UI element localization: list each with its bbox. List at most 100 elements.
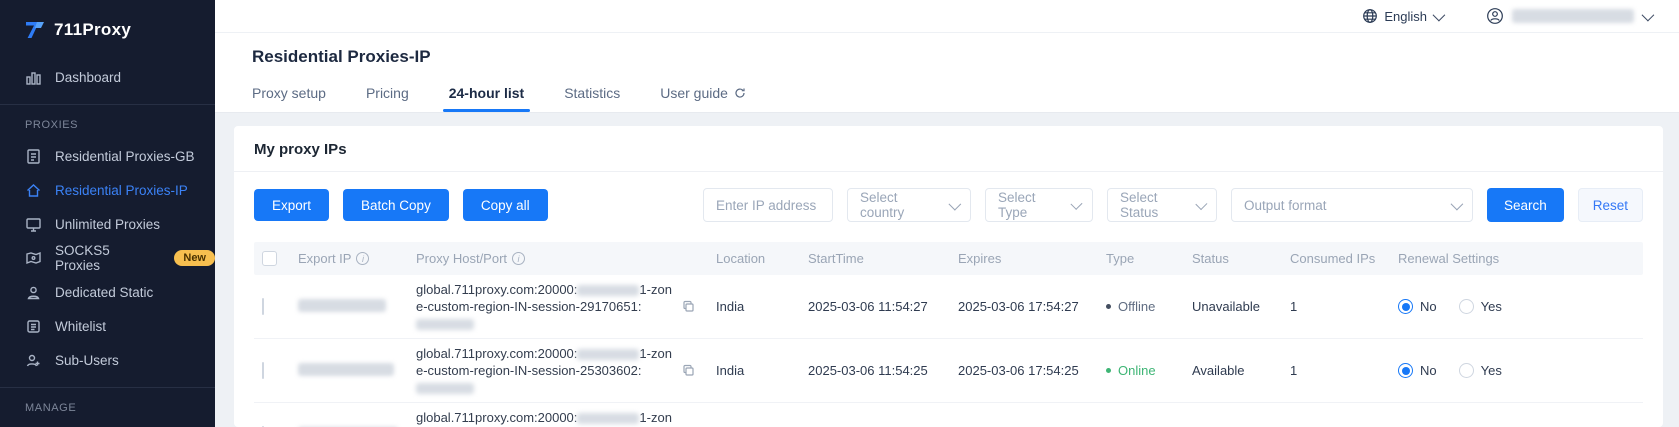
language-label: English (1384, 9, 1427, 24)
panel-title: My proxy IPs (234, 126, 1663, 171)
table-row: global.711proxy.com:20000:1-zone-custom-… (254, 339, 1643, 403)
ip-address-input[interactable] (716, 198, 820, 213)
starttime-value: 2025-03-06 11:54:25 (808, 363, 958, 378)
new-badge: New (174, 250, 215, 266)
renewal-no-radio[interactable]: No (1398, 299, 1437, 314)
main-area: English Residential Proxies-IP Proxy set… (215, 0, 1679, 427)
table-row: global.711proxy.com:20000:1-zone-custom-… (254, 275, 1643, 339)
chevron-down-icon (949, 197, 961, 209)
location-value: India (716, 363, 808, 378)
select-all-checkbox[interactable] (262, 251, 277, 266)
tab-label: Proxy setup (252, 85, 326, 101)
sidebar-item-label: Residential Proxies-IP (55, 183, 188, 198)
sidebar-item-unlimited[interactable]: Unlimited Proxies (0, 207, 215, 241)
sidebar-item-socks5[interactable]: SOCKS5 Proxies New (0, 241, 215, 275)
export-ip-redacted (298, 363, 394, 376)
row-checkbox[interactable] (262, 298, 264, 315)
sidebar-item-residential-gb[interactable]: Residential Proxies-GB (0, 139, 215, 173)
col-location: Location (716, 251, 765, 266)
col-status: Status (1192, 251, 1229, 266)
brand-logo[interactable]: 711Proxy (0, 0, 215, 44)
proxy-table: Export IP i Proxy Host/Port i Location Sta… (254, 242, 1643, 427)
sidebar-item-label: Sub-Users (55, 353, 119, 368)
user-name-redacted (1512, 9, 1634, 23)
proxy-host-port-value: global.711proxy.com:20000:1-zone-custom-… (416, 409, 674, 427)
renewal-yes-radio[interactable]: Yes (1459, 363, 1502, 378)
user-avatar-icon (1486, 7, 1504, 25)
status-dot (1106, 304, 1111, 309)
search-button[interactable]: Search (1487, 188, 1564, 222)
radio-label: No (1420, 363, 1437, 378)
toolbar: Export Batch Copy Copy all Select countr… (234, 172, 1663, 236)
output-format-placeholder: Output format (1244, 198, 1327, 213)
sidebar-item-label: Dashboard (55, 70, 121, 85)
info-icon[interactable]: i (512, 252, 525, 265)
sidebar-item-residential-ip[interactable]: Residential Proxies-IP (0, 173, 215, 207)
radio-label: Yes (1481, 299, 1502, 314)
radio-label: Yes (1481, 363, 1502, 378)
ip-address-input-wrap (703, 188, 833, 222)
sidebar-item-dedicated-static[interactable]: Dedicated Static (0, 275, 215, 309)
output-format-select[interactable]: Output format (1231, 188, 1473, 222)
location-value: India (716, 299, 808, 314)
col-consumed-ips: Consumed IPs (1290, 251, 1375, 266)
proxy-host-port-value: global.711proxy.com:20000:1-zone-custom-… (416, 281, 674, 332)
tab-label: Pricing (366, 85, 409, 101)
type-select[interactable]: Select Type (985, 188, 1093, 222)
expires-value: 2025-03-06 17:54:25 (958, 363, 1106, 378)
table-header-row: Export IP i Proxy Host/Port i Location Sta… (254, 242, 1643, 275)
bar-chart-icon (25, 69, 42, 86)
radio-label: No (1420, 299, 1437, 314)
copy-all-button[interactable]: Copy all (463, 189, 548, 221)
status-value: Unavailable (1192, 299, 1290, 314)
col-proxy-host-port: Proxy Host/Port (416, 251, 507, 266)
export-button[interactable]: Export (254, 189, 329, 221)
user-menu[interactable] (1486, 7, 1651, 25)
copy-icon[interactable] (682, 364, 696, 377)
renewal-yes-radio[interactable]: Yes (1459, 299, 1502, 314)
chevron-down-icon (1071, 197, 1083, 209)
status-dot (1106, 368, 1111, 373)
app-root: 711Proxy Dashboard PROXIES Residential P… (0, 0, 1679, 427)
type-select-placeholder: Select Type (998, 190, 1064, 220)
tab-proxy-setup[interactable]: Proxy setup (252, 85, 326, 112)
tab-statistics[interactable]: Statistics (564, 85, 620, 112)
chevron-down-icon (1450, 197, 1463, 210)
renewal-no-radio[interactable]: No (1398, 363, 1437, 378)
reset-button[interactable]: Reset (1578, 188, 1643, 222)
status-select-placeholder: Select Status (1120, 190, 1188, 220)
sidebar: 711Proxy Dashboard PROXIES Residential P… (0, 0, 215, 427)
page-header: Residential Proxies-IP Proxy setup Prici… (215, 33, 1679, 113)
sidebar-item-whitelist[interactable]: Whitelist (0, 309, 215, 343)
sidebar-item-dashboard[interactable]: Dashboard (0, 60, 215, 94)
row-checkbox[interactable] (262, 362, 264, 379)
batch-copy-button[interactable]: Batch Copy (343, 189, 449, 221)
sidebar-section-manage: MANAGE (0, 398, 215, 422)
status-select[interactable]: Select Status (1107, 188, 1217, 222)
col-export-ip: Export IP (298, 251, 351, 266)
col-starttime: StartTime (808, 251, 864, 266)
expires-value: 2025-03-06 17:54:27 (958, 299, 1106, 314)
tab-pricing[interactable]: Pricing (366, 85, 409, 112)
tab-user-guide[interactable]: User guide (660, 85, 746, 112)
document-icon (25, 148, 42, 165)
tab-bar: Proxy setup Pricing 24-hour list Statist… (252, 85, 1679, 112)
country-select[interactable]: Select country (847, 188, 971, 222)
consumed-ips-value: 1 (1290, 363, 1398, 378)
top-bar: English (215, 0, 1679, 33)
export-ip-redacted (298, 299, 386, 312)
sidebar-item-label: Residential Proxies-GB (55, 149, 195, 164)
info-icon[interactable]: i (356, 252, 369, 265)
col-expires: Expires (958, 251, 1001, 266)
language-selector[interactable]: English (1362, 8, 1442, 24)
brand-name: 711Proxy (54, 20, 131, 40)
type-value: Offline (1118, 299, 1155, 314)
sidebar-divider (0, 387, 215, 388)
monitor-icon (25, 216, 42, 233)
sidebar-item-label: Whitelist (55, 319, 106, 334)
tab-label: Statistics (564, 85, 620, 101)
sidebar-item-sub-users[interactable]: Sub-Users (0, 343, 215, 377)
tab-24-hour-list[interactable]: 24-hour list (449, 85, 524, 112)
copy-icon[interactable] (682, 300, 696, 313)
external-link-icon (734, 87, 746, 99)
